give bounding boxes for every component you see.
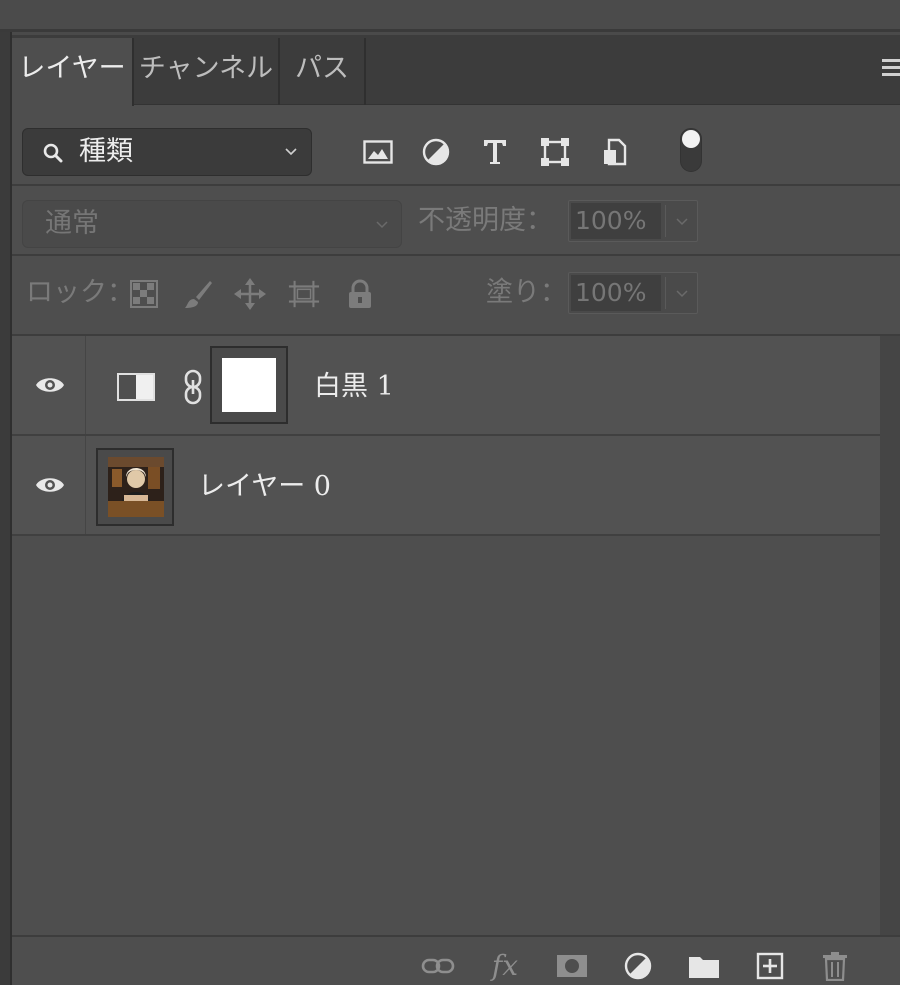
filter-row: 種類 [12, 106, 900, 186]
layer-mask-thumbnail[interactable] [210, 346, 288, 424]
blend-row: 通常 不透明度： 100% [12, 186, 900, 256]
lock-all-icon[interactable] [344, 278, 376, 310]
layer-thumbnail[interactable] [96, 448, 174, 526]
opacity-value[interactable]: 100% [571, 203, 661, 239]
fill-field[interactable]: 100% [568, 272, 698, 314]
tab-layers[interactable]: レイヤー [12, 38, 134, 106]
top-bar [0, 0, 900, 32]
layer-name[interactable]: レイヤー 0 [198, 470, 331, 504]
chevron-down-icon[interactable] [675, 286, 689, 300]
lock-position-icon[interactable] [234, 278, 266, 310]
black-white-adjustment-icon[interactable] [117, 373, 155, 401]
filter-kind-label: 種類 [79, 136, 133, 167]
visibility-toggle[interactable] [12, 336, 86, 434]
new-adjustment-icon[interactable] [621, 951, 655, 981]
lock-image-pixels-icon[interactable] [182, 278, 214, 310]
new-layer-icon[interactable] [753, 951, 787, 981]
panel-menu-icon[interactable] [878, 59, 900, 81]
lock-row: ロック： 塗り： 100% [12, 256, 900, 336]
tab-paths[interactable]: パス [280, 38, 366, 105]
layer-row-pixel[interactable]: レイヤー 0 [12, 436, 880, 536]
filter-kind-select[interactable]: 種類 [22, 128, 312, 176]
lock-artboard-icon[interactable] [288, 278, 320, 310]
chevron-down-icon [376, 221, 388, 229]
adjustment-filter-icon[interactable] [420, 137, 452, 167]
layer-row-adjustment[interactable]: 白黒 1 [12, 336, 880, 436]
opacity-label: 不透明度： [418, 205, 553, 236]
fill-value[interactable]: 100% [571, 275, 661, 311]
opacity-field[interactable]: 100% [568, 200, 698, 242]
blend-mode-select[interactable]: 通常 [22, 200, 402, 248]
layers-panel: レイヤー チャンネル パス 種類 通常 不透明度： 100% ロック： 塗り： … [12, 35, 900, 985]
type-filter-icon[interactable] [479, 137, 511, 167]
panel-tab-bar: レイヤー チャンネル パス [12, 35, 900, 106]
delete-layer-icon[interactable] [818, 951, 852, 981]
tab-channels[interactable]: チャンネル [134, 38, 280, 105]
layers-list: 白黒 1 レイヤー 0 [12, 336, 880, 936]
photo-thumbnail-image [108, 457, 164, 517]
smart-object-filter-icon[interactable] [599, 137, 631, 167]
visibility-toggle[interactable] [12, 436, 86, 534]
lock-transparent-pixels-icon[interactable] [128, 278, 160, 310]
panel-footer: fx [12, 935, 900, 985]
layer-name[interactable]: 白黒 1 [314, 370, 394, 404]
chevron-down-icon [285, 148, 297, 156]
chevron-down-icon[interactable] [675, 214, 689, 228]
mask-link-icon[interactable] [182, 369, 204, 405]
search-icon [43, 143, 63, 163]
eye-icon[interactable] [35, 375, 65, 395]
image-filter-icon[interactable] [362, 137, 394, 167]
fx-icon[interactable]: fx [488, 951, 522, 981]
blend-mode-label: 通常 [45, 208, 99, 239]
scrollbar-track[interactable] [880, 336, 900, 936]
eye-icon[interactable] [35, 475, 65, 495]
fill-label: 塗り： [486, 277, 567, 308]
new-group-icon[interactable] [687, 951, 721, 981]
shape-filter-icon[interactable] [539, 137, 571, 167]
add-mask-icon[interactable] [555, 951, 589, 981]
left-panel-edge [0, 32, 12, 985]
link-layers-icon[interactable] [421, 951, 455, 981]
lock-label: ロック： [26, 277, 134, 308]
filter-toggle[interactable] [680, 128, 702, 172]
